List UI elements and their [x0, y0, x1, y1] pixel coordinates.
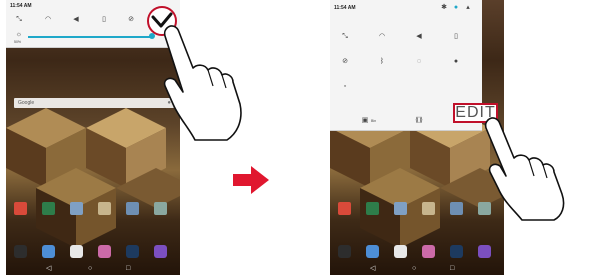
dock-app-phone[interactable] — [366, 245, 379, 258]
dock-app-music[interactable] — [154, 245, 167, 258]
settings-icon[interactable]: ⊘ — [340, 57, 350, 67]
left-phone-screen: 11:54 AM ⤡ ◠ ◀ ▯ ⊘ ☼ 50% Google ● ◁ ○ □ — [6, 0, 180, 275]
screen-icon[interactable]: ▯ — [451, 32, 461, 42]
expand-arrows-icon[interactable]: ⤡ — [14, 15, 24, 25]
app-icon-play[interactable] — [42, 202, 55, 215]
brightness-icon: ☼ — [15, 31, 23, 38]
home-icon[interactable]: ○ — [88, 265, 92, 273]
dock-app-pen[interactable] — [14, 245, 27, 258]
dock-app-music[interactable] — [478, 245, 491, 258]
wifi-icon[interactable]: ◠ — [377, 32, 387, 42]
status-time: 11:54 AM — [10, 3, 32, 9]
app-icon-extra[interactable] — [154, 202, 167, 215]
app-icon-contacts[interactable] — [394, 202, 407, 215]
collapse-icon[interactable]: ▴ — [463, 3, 473, 13]
app-icon-red[interactable] — [14, 202, 27, 215]
dock-app-pen[interactable] — [338, 245, 351, 258]
brightness-slider[interactable] — [28, 36, 152, 38]
cube-wallpaper — [6, 108, 180, 248]
bluetooth-icon[interactable]: ᛒ — [377, 57, 387, 67]
app-icon-red[interactable] — [338, 202, 351, 215]
back-icon[interactable]: ◁ — [370, 265, 375, 273]
back-icon[interactable]: ◁ — [46, 265, 51, 273]
screenshot-icon[interactable]: ▫ — [340, 82, 350, 92]
dock-app-phone[interactable] — [42, 245, 55, 258]
dock-app-camera[interactable] — [450, 245, 463, 258]
rotate-icon[interactable]: ◌ — [414, 57, 424, 67]
sound-icon[interactable]: ◀ — [71, 15, 81, 25]
hand-pointer-icon — [163, 25, 242, 141]
app-icon-grid[interactable] — [450, 202, 463, 215]
google-search-bar[interactable]: Google ● — [14, 98, 174, 108]
expand-arrows-icon[interactable]: ⤡ — [340, 32, 350, 42]
screen-icon[interactable]: ▯ — [99, 15, 109, 25]
recents-icon[interactable]: □ — [126, 265, 130, 273]
dock-app-chrome[interactable] — [70, 245, 83, 258]
bin-tile-label: Bin — [371, 119, 377, 123]
wifi-icon[interactable]: ◠ — [43, 15, 53, 25]
hand-pointer-icon — [484, 117, 565, 221]
settings-icon[interactable]: ⊘ — [126, 15, 136, 25]
search-label: Google — [18, 100, 35, 106]
bin-tile-icon[interactable]: ▣ — [360, 116, 370, 126]
app-icon-grid[interactable] — [126, 202, 139, 215]
recents-icon[interactable]: □ — [450, 265, 454, 273]
dock-app-camera[interactable] — [126, 245, 139, 258]
settings-gear-icon[interactable]: ✱ — [439, 3, 449, 13]
next-step-arrow-icon — [233, 166, 269, 194]
dock-app-gallery[interactable] — [422, 245, 435, 258]
brightness-value: 50% — [14, 40, 22, 44]
location-icon[interactable]: ● — [451, 57, 461, 67]
dock-app-chrome[interactable] — [394, 245, 407, 258]
nfc-icon[interactable]: ⟪⟫ — [414, 116, 424, 126]
account-icon[interactable]: ● — [451, 3, 461, 13]
app-icon-folder[interactable] — [98, 202, 111, 215]
app-icon-contacts[interactable] — [70, 202, 83, 215]
status-time: 11:54 AM — [334, 5, 356, 11]
home-icon[interactable]: ○ — [412, 265, 416, 273]
dock-app-gallery[interactable] — [98, 245, 111, 258]
app-icon-play[interactable] — [366, 202, 379, 215]
sound-icon[interactable]: ◀ — [414, 32, 424, 42]
app-icon-folder[interactable] — [422, 202, 435, 215]
